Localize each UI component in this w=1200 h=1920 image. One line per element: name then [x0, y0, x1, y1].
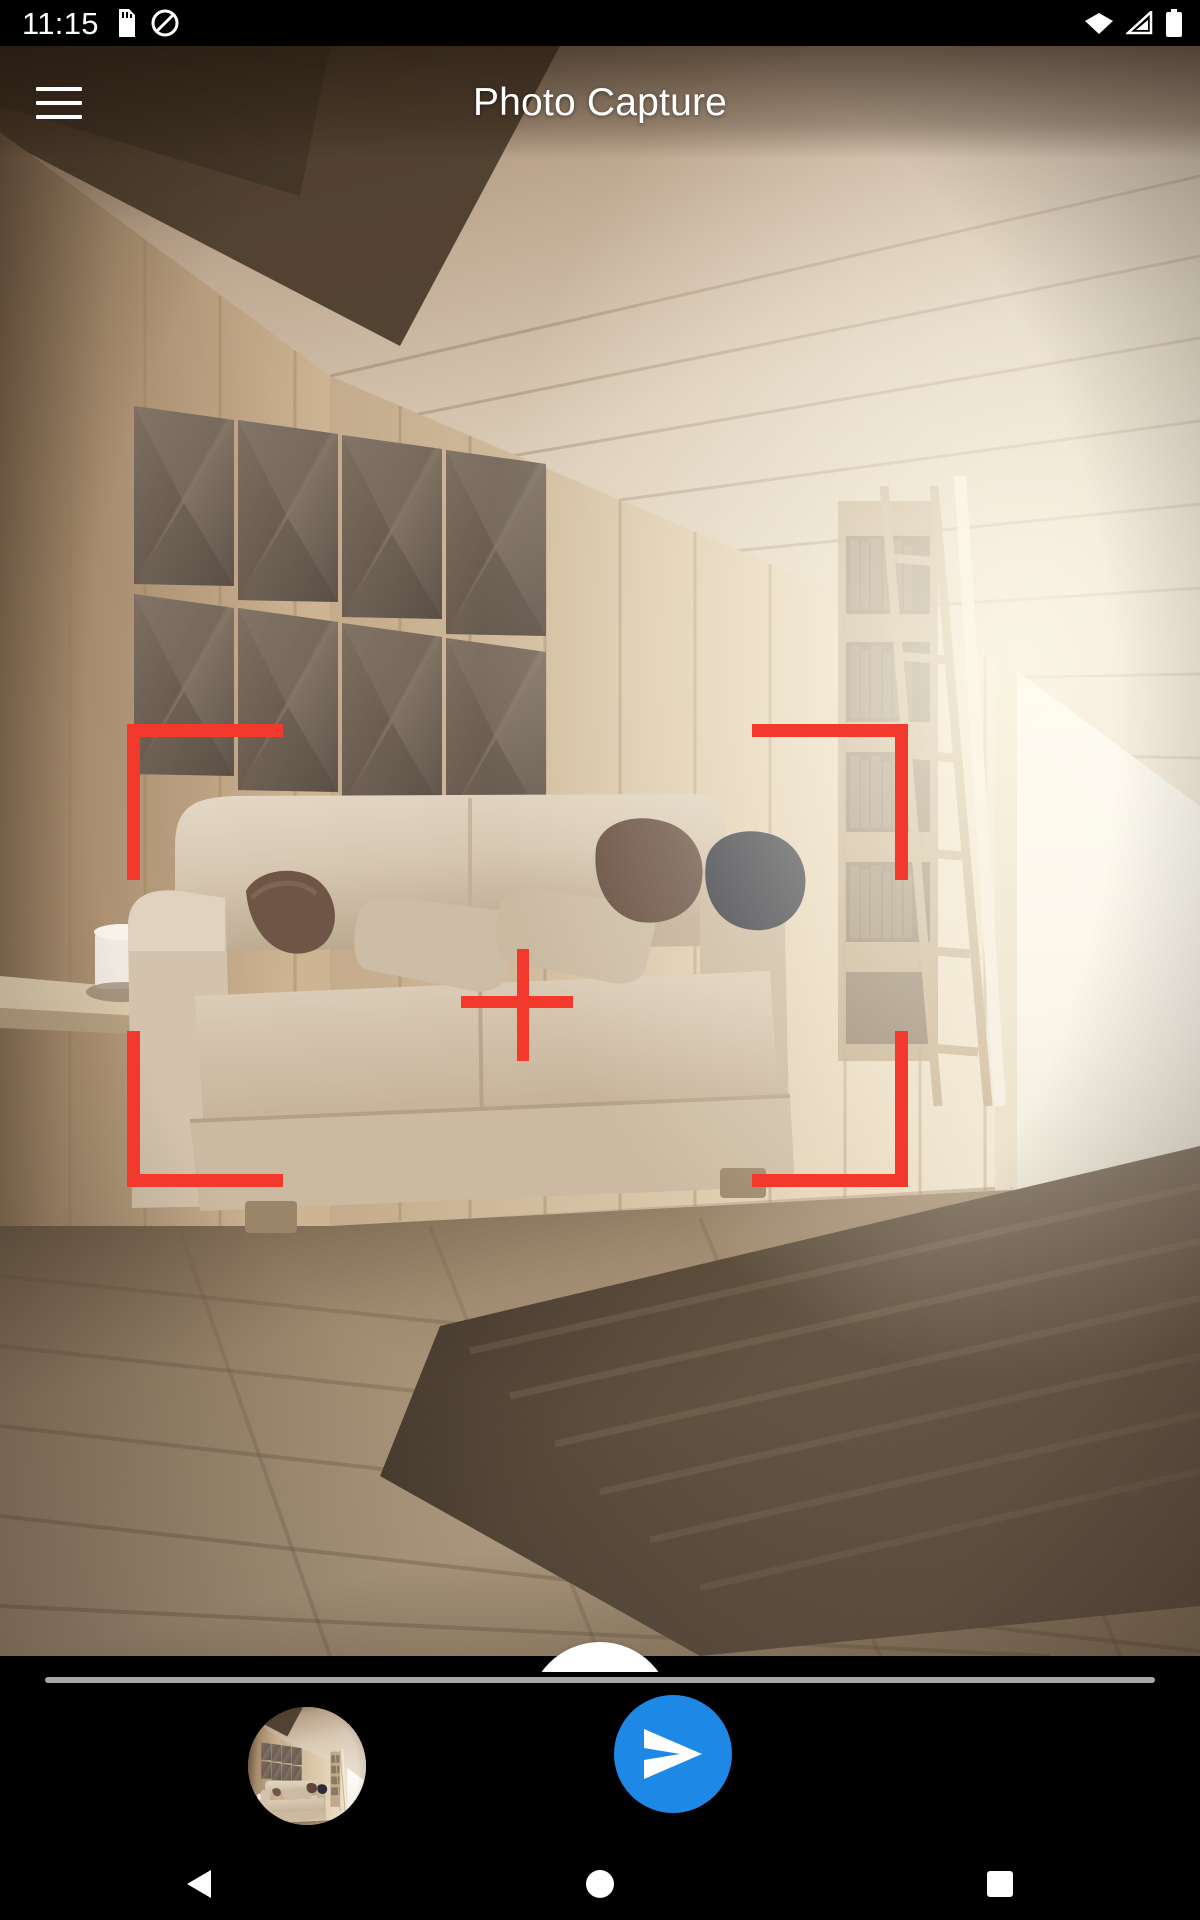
viewfinder-scene: [0, 46, 1200, 1656]
photo-thumbnail-image: [248, 1707, 366, 1825]
progress-indicator: [45, 1677, 1155, 1683]
send-paper-plane-icon: [644, 1729, 702, 1779]
photo-thumbnail-button[interactable]: [248, 1707, 366, 1825]
page-title: Photo Capture: [472, 80, 728, 124]
status-bar: 11:15: [0, 0, 1200, 46]
photo-capture-screen: Photo Capture 11:15: [0, 0, 1200, 1920]
send-button[interactable]: [614, 1695, 732, 1813]
system-navigation-bar: [0, 1848, 1200, 1920]
triangle-back-icon: [187, 1870, 211, 1898]
circle-home-icon: [586, 1870, 614, 1898]
battery-icon: [1166, 9, 1182, 37]
sd-card-icon: [118, 9, 135, 37]
status-bar-right: [1084, 9, 1182, 37]
camera-viewfinder[interactable]: [0, 46, 1200, 1656]
nav-home-button[interactable]: [525, 1848, 675, 1920]
nav-back-button[interactable]: [125, 1848, 275, 1920]
menu-button[interactable]: [14, 58, 104, 148]
status-clock: 11:15: [22, 5, 99, 41]
wifi-icon: [1085, 13, 1113, 34]
square-recents-icon: [987, 1871, 1013, 1897]
status-bar-left: 11:15: [22, 8, 179, 39]
hamburger-menu-icon: [36, 86, 82, 119]
app-bar: Photo Capture: [0, 46, 1200, 159]
do-not-disturb-icon: [151, 9, 179, 37]
nav-recents-button[interactable]: [925, 1848, 1075, 1920]
cellular-signal-icon: [1126, 11, 1153, 35]
